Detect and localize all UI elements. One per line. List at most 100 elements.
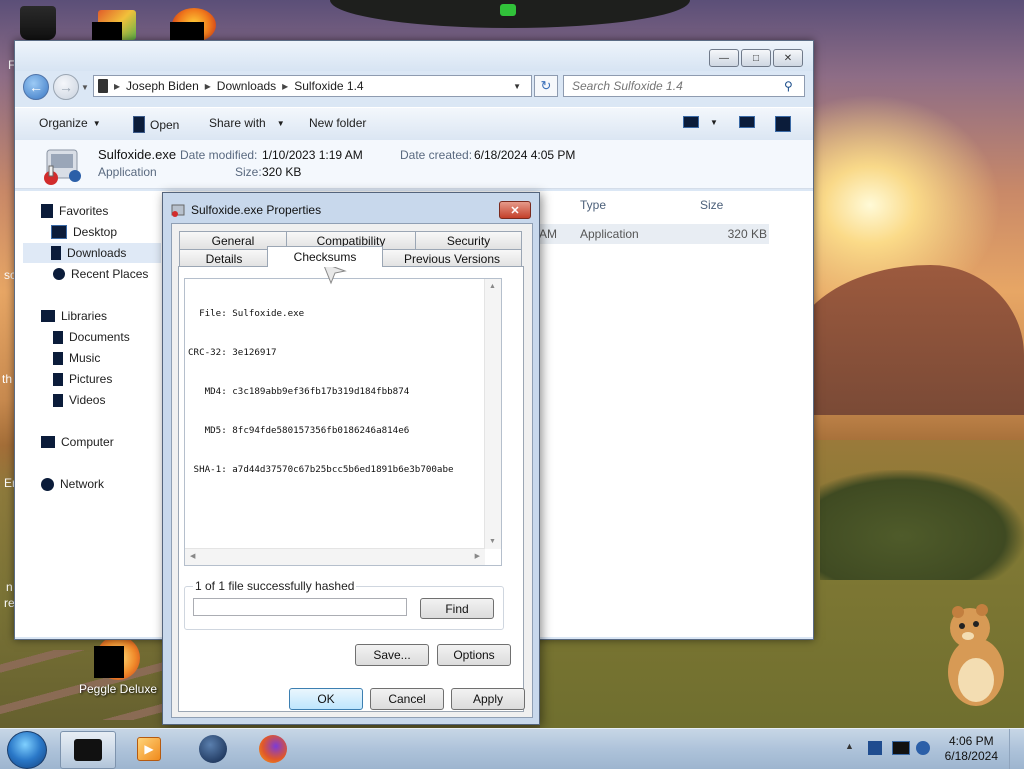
nav-network[interactable]: Network <box>41 474 104 494</box>
organize-button[interactable]: Organize ▼ <box>39 116 101 130</box>
breadcrumb-separator-icon: ▸ <box>114 79 121 93</box>
desktop-icon-label[interactable]: Peggle Deluxe <box>72 682 164 696</box>
chevron-down-icon: ▼ <box>276 118 285 128</box>
star-icon <box>41 204 53 218</box>
breadcrumb-item-sulfoxide[interactable]: Sulfoxide 1.4 <box>294 79 363 93</box>
save-button[interactable]: Save... <box>355 644 429 666</box>
hash-line-md4: MD4: c3c189abb9ef36fb17b319d184fbb874 <box>188 386 410 397</box>
taskbar-media-player-button[interactable]: ▶ <box>122 731 176 767</box>
nav-computer-label: Computer <box>61 435 114 449</box>
refresh-button[interactable]: ↻ <box>534 75 558 97</box>
scroll-left-icon[interactable]: ◀ <box>190 552 195 560</box>
forward-button[interactable]: → <box>53 74 79 100</box>
nav-pictures[interactable]: Pictures <box>53 369 112 389</box>
dialog-app-icon <box>171 203 187 217</box>
clock-time: 4:06 PM <box>948 734 994 748</box>
taskbar-firefox-button[interactable] <box>246 731 300 767</box>
cancel-button[interactable]: Cancel <box>370 688 444 710</box>
libraries-icon <box>41 310 55 322</box>
taskbar-globe-button[interactable] <box>186 731 240 767</box>
share-with-label: Share with <box>209 116 266 130</box>
hamster-gadget-icon[interactable] <box>944 602 1006 706</box>
breadcrumb-item-downloads[interactable]: Downloads <box>217 79 276 93</box>
new-folder-button[interactable]: New folder <box>309 116 366 130</box>
tab-details[interactable]: Details <box>179 249 269 267</box>
close-button[interactable]: ✕ <box>773 49 803 67</box>
dialog-close-button[interactable]: ✕ <box>499 201 531 219</box>
tray-device-icon[interactable] <box>868 741 882 755</box>
hash-results-box[interactable]: File: Sulfoxide.exe CRC-32: 3e126917 MD4… <box>184 278 502 566</box>
taskbar-explorer-button[interactable] <box>60 731 116 769</box>
tab-previous-versions[interactable]: Previous Versions <box>382 249 522 267</box>
green-indicator-icon <box>500 4 516 16</box>
show-hidden-icons-button[interactable]: ▲ <box>845 741 854 751</box>
open-button[interactable]: Open <box>133 116 179 133</box>
vertical-scrollbar[interactable]: ▲ ▼ <box>484 279 501 549</box>
help-button[interactable] <box>775 116 791 132</box>
hash-line-sha1: SHA-1: a7d44d37570c67b25bcc5b6ed1891b6e3… <box>188 464 454 475</box>
nav-music[interactable]: Music <box>53 348 100 368</box>
nav-documents-label: Documents <box>69 330 130 344</box>
recent-pages-chevron-icon[interactable]: ▼ <box>81 83 89 92</box>
address-bar[interactable]: ▸ Joseph Biden ▸ Downloads ▸ Sulfoxide 1… <box>93 75 532 97</box>
nav-favorites-label: Favorites <box>59 204 109 218</box>
start-button[interactable] <box>7 731 47 769</box>
nav-downloads[interactable]: Downloads <box>23 243 161 263</box>
maximize-button[interactable]: □ <box>741 49 771 67</box>
command-bar: Organize ▼ Open Share with ▼ New folder … <box>15 107 813 141</box>
address-dropdown-icon[interactable]: ▼ <box>513 82 521 91</box>
network-tray-icon[interactable] <box>892 741 910 755</box>
nav-documents[interactable]: Documents <box>53 327 130 347</box>
network-icon <box>41 477 54 491</box>
share-with-button[interactable]: Share with ▼ <box>209 116 285 130</box>
nav-libraries[interactable]: Libraries <box>41 306 107 326</box>
search-box[interactable]: ⚲ <box>563 75 805 97</box>
folder-icon <box>98 79 108 93</box>
address-row: ← → ▼ ▸ Joseph Biden ▸ Downloads ▸ Sulfo… <box>15 71 813 105</box>
date-created-label: Date created: <box>400 148 473 162</box>
nav-recent-places[interactable]: Recent Places <box>53 264 148 284</box>
row-size: 320 KB <box>727 227 767 241</box>
downloads-icon <box>51 246 61 260</box>
chevron-down-icon: ▼ <box>710 117 718 127</box>
scroll-up-icon[interactable]: ▲ <box>489 283 496 290</box>
ok-button[interactable]: OK <box>289 688 363 710</box>
scroll-down-icon[interactable]: ▼ <box>489 538 496 545</box>
redacted-block-icon <box>94 646 124 678</box>
date-modified-label: Date modified: <box>180 148 258 162</box>
back-button[interactable]: ← <box>23 74 49 100</box>
find-input[interactable] <box>193 598 407 616</box>
search-input[interactable] <box>570 78 784 94</box>
nav-computer[interactable]: Computer <box>41 432 114 452</box>
file-row[interactable]: AM Application 320 KB <box>539 224 769 244</box>
breadcrumb-item-user[interactable]: Joseph Biden <box>126 79 199 93</box>
dialog-title: Sulfoxide.exe Properties <box>191 203 322 217</box>
explorer-titlebar[interactable]: — □ ✕ <box>15 41 813 71</box>
column-header-size[interactable]: Size <box>700 198 723 212</box>
show-desktop-button[interactable] <box>1009 729 1024 769</box>
desktop-icon <box>51 225 67 239</box>
options-button[interactable]: Options <box>437 644 511 666</box>
column-header-type[interactable]: Type <box>580 198 606 212</box>
change-view-button[interactable]: ▼ <box>683 116 718 128</box>
horizontal-scrollbar[interactable]: ◀ ▶ <box>185 548 485 565</box>
navigation-pane: Favorites Desktop Downloads Recent Place… <box>15 191 165 637</box>
clock[interactable]: 4:06 PM 6/18/2024 <box>945 734 998 764</box>
preview-pane-button[interactable] <box>739 116 755 128</box>
volume-tray-icon[interactable] <box>916 741 930 755</box>
hash-lines: File: Sulfoxide.exe CRC-32: 3e126917 MD4… <box>188 281 454 502</box>
search-icon[interactable]: ⚲ <box>784 79 793 93</box>
tab-security[interactable]: Security <box>415 231 522 249</box>
hash-line-file: File: Sulfoxide.exe <box>188 308 305 319</box>
apply-button[interactable]: Apply <box>451 688 525 710</box>
scroll-right-icon[interactable]: ▶ <box>475 552 480 560</box>
find-button[interactable]: Find <box>420 598 494 619</box>
redacted-block-icon <box>92 22 122 40</box>
recycle-bin-icon[interactable] <box>20 6 56 40</box>
documents-icon <box>53 330 63 344</box>
nav-videos[interactable]: Videos <box>53 390 105 410</box>
nav-favorites[interactable]: Favorites <box>41 201 108 221</box>
tab-checksums[interactable]: Checksums <box>267 246 383 267</box>
minimize-button[interactable]: — <box>709 49 739 67</box>
nav-desktop[interactable]: Desktop <box>51 222 117 242</box>
